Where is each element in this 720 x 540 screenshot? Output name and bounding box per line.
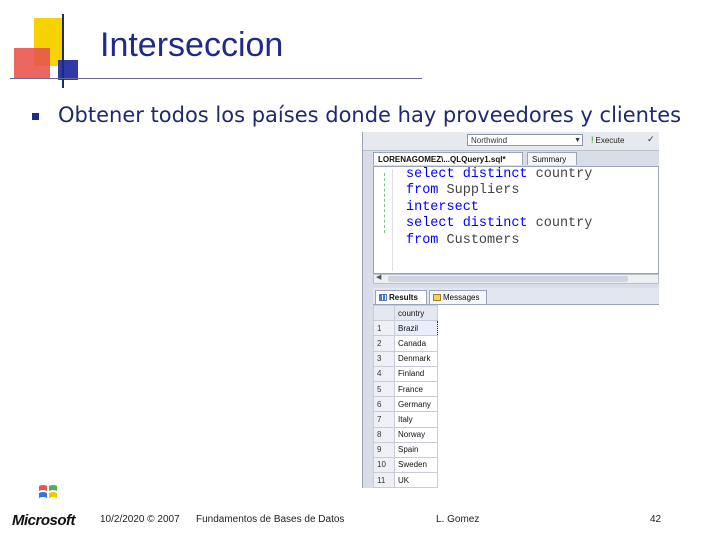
table-row[interactable]: 4 Finland [373,365,438,382]
row-number: 8 [373,426,395,443]
country-cell[interactable]: UK [394,472,438,488]
code-keyword: from [406,183,439,199]
query-editor[interactable]: select distinct country from Suppliers i… [373,166,659,274]
country-cell[interactable]: Italy [394,411,438,428]
results-tabs: Results Messages [373,288,659,305]
table-row[interactable]: 8 Norway [373,426,438,443]
country-cell[interactable]: Canada [394,335,438,352]
change-marker [384,173,385,233]
grid-icon [379,294,387,301]
tab-messages[interactable]: Messages [429,290,487,304]
code-keyword: select distinct [406,167,528,182]
decor-vertical-line [62,14,64,88]
database-select-value: Northwind [471,136,508,145]
code-identifier: country [535,216,593,232]
code-keyword: select distinct [406,216,528,232]
row-number: 11 [373,472,395,488]
database-select[interactable]: Northwind ▼ [467,134,583,146]
country-cell[interactable]: France [394,380,438,398]
footer-course: Fundamentos de Bases de Datos [196,514,345,525]
row-number: 10 [373,456,395,474]
horizontal-scrollbar[interactable]: ◀ [373,274,659,284]
tab-results[interactable]: Results [375,290,427,304]
ssms-toolbar: Northwind ▼ ! Execute ✓ [363,132,659,151]
table-row[interactable]: 7 Italy [373,411,438,428]
table-row[interactable]: 3 Denmark [373,350,438,367]
document-tabs: LORENAGOMEZ\...QLQuery1.sql* Summary [373,152,659,166]
page-number: 42 [650,514,662,525]
ssms-screenshot: Northwind ▼ ! Execute ✓ LORENAGOMEZ\...QL… [362,132,659,488]
code-keyword: from [406,232,439,248]
row-number: 1 [373,320,395,337]
bullet-marker [32,113,39,120]
title-underline [10,78,422,79]
decor-blue-block [58,60,78,80]
tab-query[interactable]: LORENAGOMEZ\...QLQuery1.sql* [373,152,523,165]
row-number: 6 [373,396,395,413]
country-cell[interactable]: Brazil [394,320,438,337]
sql-code: select distinct country from Suppliers i… [406,167,592,249]
microsoft-logo: Microsoft [12,512,76,529]
results-grid: country 1 Brazil 2 Canada 3 Denmark 4 Finland 5 F… [373,304,659,488]
table-row[interactable]: 10 Sweden [373,456,438,474]
footer-date: 10/2/2020 © 2007 [100,514,180,525]
message-icon [433,294,441,301]
windows-flag-icon [39,485,57,498]
execute-icon: ! [591,135,594,145]
chevron-down-icon: ▼ [574,137,581,144]
code-identifier: Suppliers [446,183,520,199]
country-cell[interactable]: Spain [394,441,438,458]
results-table: country 1 Brazil 2 Canada 3 Denmark 4 Finland 5 F… [373,304,438,488]
row-number: 7 [373,411,395,428]
code-keyword: intersect [406,199,479,215]
decor-red-block [14,48,50,78]
table-row[interactable]: 11 UK [373,472,438,488]
table-row[interactable]: 6 Germany [373,396,438,413]
row-number: 5 [373,380,395,398]
table-row[interactable]: 9 Spain [373,441,438,458]
code-identifier: Customers [446,232,520,248]
row-number-header [373,304,395,322]
table-row[interactable]: 5 France [373,380,438,398]
execute-button[interactable]: ! Execute [591,134,624,147]
country-cell[interactable]: Sweden [394,456,438,474]
parse-check-icon[interactable]: ✓ [647,134,655,145]
row-number: 9 [373,441,395,458]
execute-label: Execute [595,136,625,145]
bullet-text: Obtener todos los países donde hay prove… [58,103,682,127]
column-header-country[interactable]: country [394,304,438,322]
tab-results-label: Results [389,293,418,302]
scrollbar-thumb[interactable] [388,276,628,282]
country-cell[interactable]: Finland [394,365,438,382]
tab-messages-label: Messages [443,293,480,302]
scroll-left-icon[interactable]: ◀ [376,273,381,281]
header-row: country [373,304,438,322]
row-number: 2 [373,335,395,352]
code-identifier: country [535,167,593,182]
row-number: 3 [373,350,395,367]
row-number: 4 [373,365,395,382]
country-cell[interactable]: Norway [394,426,438,443]
slide-title: Interseccion [100,26,284,64]
country-cell[interactable]: Germany [394,396,438,413]
tab-summary[interactable]: Summary [527,152,577,165]
country-cell[interactable]: Denmark [394,350,438,367]
editor-gutter [376,169,393,271]
table-row[interactable]: 1 Brazil [373,320,438,337]
table-row[interactable]: 2 Canada [373,335,438,352]
footer-author: L. Gomez [436,514,480,525]
